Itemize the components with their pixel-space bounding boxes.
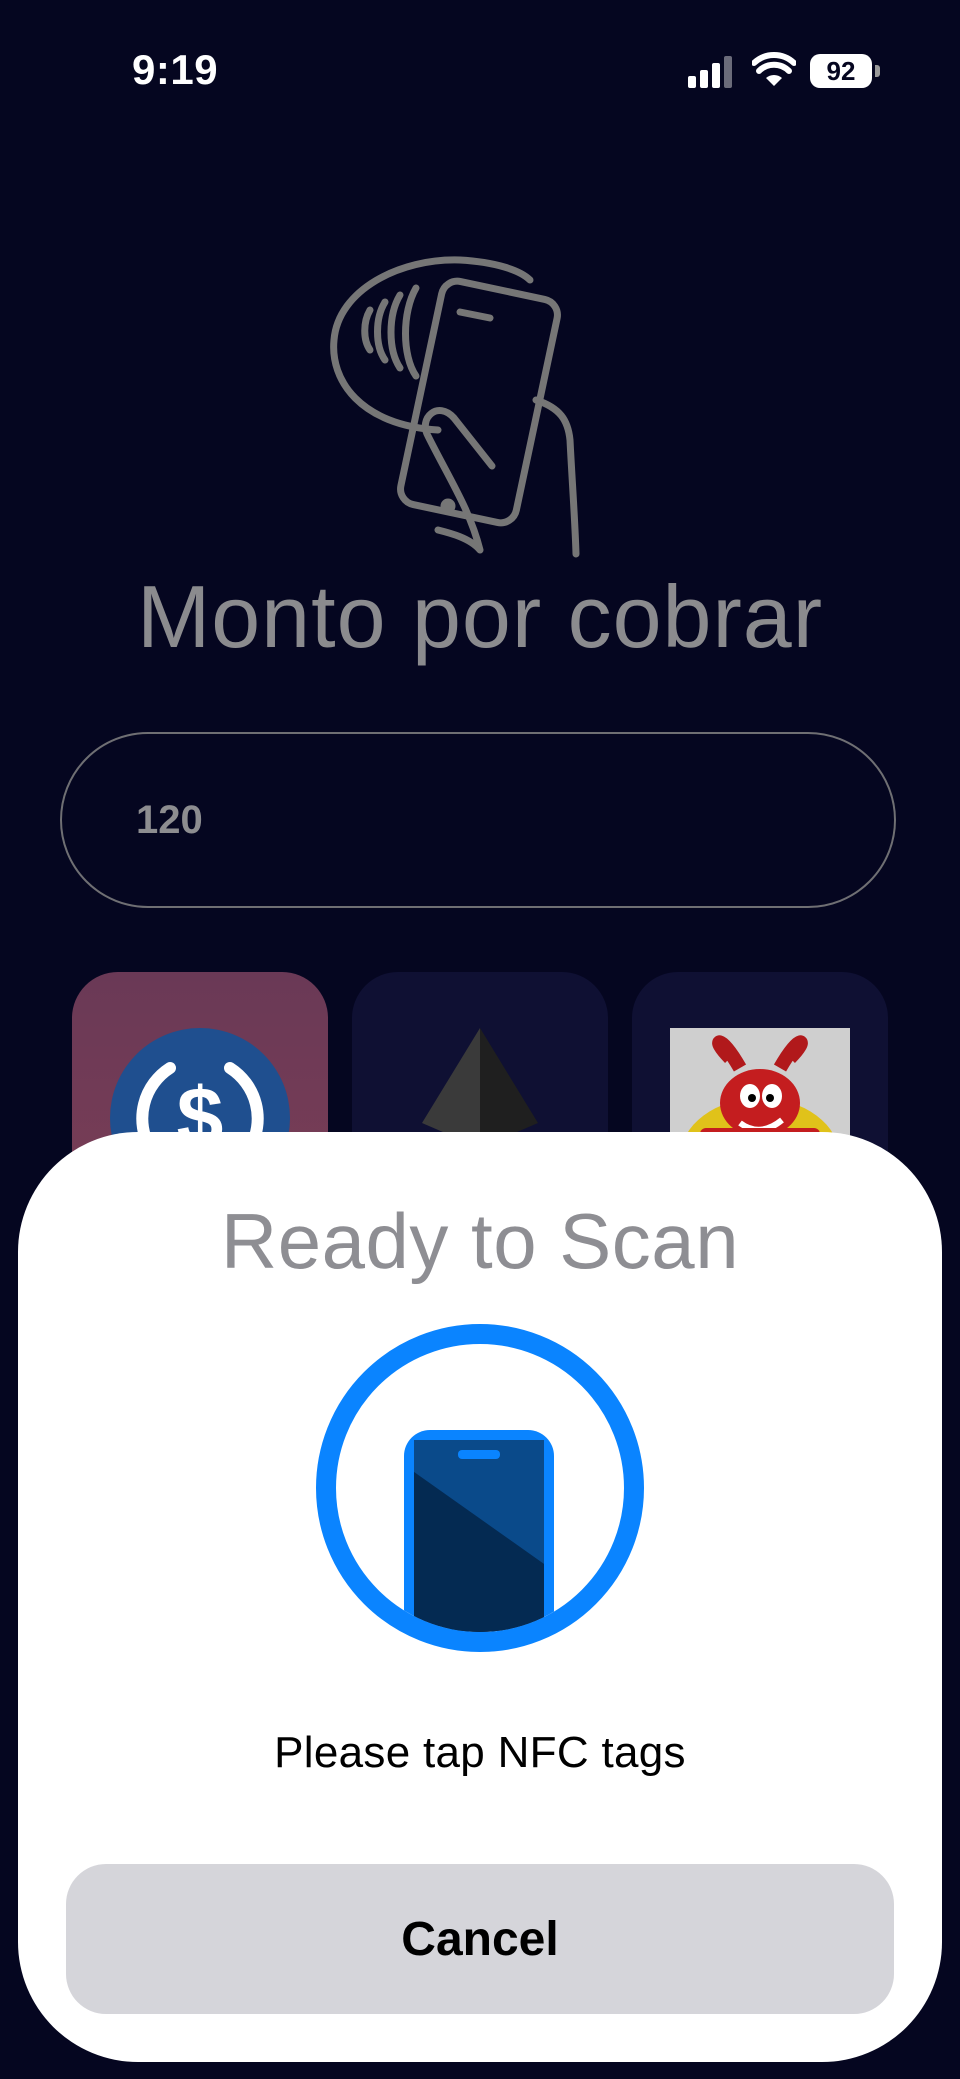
sheet-message: Please tap NFC tags	[274, 1728, 686, 1777]
amount-input[interactable]: 120	[60, 732, 896, 908]
nfc-scan-phone-icon	[316, 1324, 644, 1652]
cancel-button[interactable]: Cancel	[66, 1864, 894, 2014]
nfc-payment-illustration-icon	[330, 256, 580, 558]
status-time: 9:19	[132, 46, 219, 93]
battery-indicator: 92	[810, 54, 872, 88]
nfc-scan-sheet: Ready to Scan Please tap NFC tags Cancel	[18, 1132, 942, 2062]
page-title: Monto por cobrar	[136, 567, 824, 666]
signal-icon	[688, 56, 732, 88]
wifi-icon	[752, 52, 796, 86]
ethereum-icon	[422, 1028, 538, 1148]
sheet-title: Ready to Scan	[220, 1197, 740, 1285]
battery-nub	[875, 65, 880, 77]
